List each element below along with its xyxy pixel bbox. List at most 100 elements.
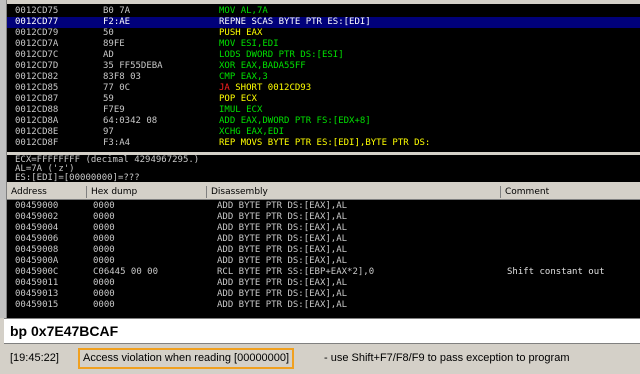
dump-hex: 0000 bbox=[93, 245, 115, 255]
status-time: [19:45:22] bbox=[10, 352, 59, 364]
debugger-window: 0012CD75 B0 7A MOV AL,7A 0012CD77 F2:AE REPNE… bbox=[0, 0, 640, 374]
dump-disassembly: ADD BYTE PTR DS:[EAX],AL bbox=[217, 234, 348, 244]
dump-address: 00459000 bbox=[15, 201, 59, 211]
disasm-instruction: IMUL ECX bbox=[219, 105, 262, 116]
disasm-instruction: POP ECX bbox=[219, 94, 257, 105]
dump-row[interactable]: 00459002 0000 ADD BYTE PTR DS:[EAX],AL bbox=[7, 212, 640, 223]
dump-row[interactable]: 0045900C C06445 00 00 RCL BYTE PTR SS:[EBP… bbox=[7, 267, 640, 278]
disasm-operands: EAX bbox=[246, 28, 263, 38]
dump-disassembly: ADD BYTE PTR DS:[EAX],AL bbox=[217, 300, 348, 310]
disasm-hex: 59 bbox=[103, 94, 114, 104]
disasm-instruction: MOV AL,7A bbox=[219, 6, 268, 17]
disasm-operands: BYTE PTR ES:[EDI],BYTE PTR DS: bbox=[267, 138, 431, 148]
dump-hex: 0000 bbox=[93, 201, 115, 211]
disasm-operands: ECX bbox=[246, 105, 263, 115]
disasm-row[interactable]: 0012CD8E 97 XCHG EAX,EDI bbox=[7, 127, 640, 138]
dump-address: 00459015 bbox=[15, 300, 59, 310]
dump-hex: C06445 00 00 bbox=[93, 267, 159, 277]
dump-comment: Shift constant out bbox=[507, 267, 605, 277]
dump-row[interactable]: 00459015 0000 ADD BYTE PTR DS:[EAX],AL bbox=[7, 300, 640, 311]
dump-row[interactable]: 00459008 0000 ADD BYTE PTR DS:[EAX],AL bbox=[7, 245, 640, 256]
disasm-row[interactable]: 0012CD75 B0 7A MOV AL,7A bbox=[7, 6, 640, 17]
disasm-row[interactable]: 0012CD8A 64:0342 08 ADD EAX,DWORD PTR FS:[… bbox=[7, 116, 640, 127]
disasm-hex: 77 0C bbox=[103, 83, 131, 93]
disasm-row[interactable]: 0012CD77 F2:AE REPNE SCAS BYTE PTR ES:[EDI… bbox=[7, 17, 640, 28]
disasm-operands: EAX,3 bbox=[240, 72, 268, 82]
dump-column-header: Address Hex dump Disassembly Comment bbox=[7, 185, 640, 200]
disasm-row[interactable]: 0012CD79 50 PUSH EAX bbox=[7, 28, 640, 39]
disasm-address: 0012CD77 bbox=[15, 17, 59, 27]
dump-row[interactable]: 00459000 0000 ADD BYTE PTR DS:[EAX],AL bbox=[7, 201, 640, 212]
disasm-hex: F7E9 bbox=[103, 105, 125, 115]
disasm-row[interactable]: 0012CD88 F7E9 IMUL ECX bbox=[7, 105, 640, 116]
dump-disassembly: ADD BYTE PTR DS:[EAX],AL bbox=[217, 289, 348, 299]
disasm-address: 0012CD88 bbox=[15, 105, 59, 115]
disasm-hex: 64:0342 08 bbox=[103, 116, 158, 126]
dump-disassembly: ADD BYTE PTR DS:[EAX],AL bbox=[217, 201, 348, 211]
disasm-hex: 83F8 03 bbox=[103, 72, 141, 82]
disasm-hex: 35 FF55DEBA bbox=[103, 61, 163, 71]
disasm-instruction: REPNE SCAS BYTE PTR ES:[EDI] bbox=[219, 17, 371, 28]
cpu-disassembly-pane[interactable]: 0012CD75 B0 7A MOV AL,7A 0012CD77 F2:AE REPNE… bbox=[7, 4, 640, 152]
disasm-instruction: ADD EAX,DWORD PTR FS:[EDX+8] bbox=[219, 116, 371, 127]
dump-row[interactable]: 00459013 0000 ADD BYTE PTR DS:[EAX],AL bbox=[7, 289, 640, 300]
status-hint: - use Shift+F7/F8/F9 to pass exception t… bbox=[324, 352, 570, 364]
col-comment[interactable]: Comment bbox=[501, 186, 640, 198]
disasm-instruction: PUSH EAX bbox=[219, 28, 262, 39]
disasm-row[interactable]: 0012CD7D 35 FF55DEBA XOR EAX,BADA55FF bbox=[7, 61, 640, 72]
disasm-row[interactable]: 0012CD7A 89FE MOV ESI,EDI bbox=[7, 39, 640, 50]
command-input[interactable]: bp 0x7E47BCAF bbox=[10, 321, 118, 341]
info-line: ES:[EDI]=[00000000]=??? bbox=[15, 173, 140, 182]
disasm-address: 0012CD7A bbox=[15, 39, 59, 49]
dump-row[interactable]: 00459006 0000 ADD BYTE PTR DS:[EAX],AL bbox=[7, 234, 640, 245]
disasm-mnemonic: XCHG bbox=[219, 127, 241, 137]
disasm-row[interactable]: 0012CD7C AD LODS DWORD PTR DS:[ESI] bbox=[7, 50, 640, 61]
disasm-mnemonic: POP bbox=[219, 94, 236, 104]
status-message: Access violation when reading [00000000] bbox=[78, 348, 295, 369]
dump-disassembly: RCL BYTE PTR SS:[EBP+EAX*2],0 bbox=[217, 267, 375, 277]
dump-hex: 0000 bbox=[93, 278, 115, 288]
dump-address: 00459006 bbox=[15, 234, 59, 244]
dump-hex: 0000 bbox=[93, 234, 115, 244]
disasm-row[interactable]: 0012CD87 59 POP ECX bbox=[7, 94, 640, 105]
memory-dump-pane[interactable]: 00459000 0000 ADD BYTE PTR DS:[EAX],AL 0045… bbox=[7, 200, 640, 318]
dump-address: 0045900A bbox=[15, 256, 59, 266]
dump-row[interactable]: 00459011 0000 ADD BYTE PTR DS:[EAX],AL bbox=[7, 278, 640, 289]
disasm-mnemonic: IMUL bbox=[219, 105, 241, 115]
disasm-operands: DWORD PTR DS:[ESI] bbox=[246, 50, 344, 60]
dump-hex: 0000 bbox=[93, 289, 115, 299]
disasm-operands: EAX,BADA55FF bbox=[240, 61, 306, 71]
dump-address: 00459008 bbox=[15, 245, 59, 255]
disasm-hex: 97 bbox=[103, 127, 114, 137]
dump-hex: 0000 bbox=[93, 300, 115, 310]
disasm-mnemonic: PUSH bbox=[219, 28, 241, 38]
disasm-instruction: REP MOVS BYTE PTR ES:[EDI],BYTE PTR DS: bbox=[219, 138, 430, 149]
disasm-address: 0012CD8A bbox=[15, 116, 59, 126]
disasm-mnemonic: CMP bbox=[219, 72, 236, 82]
disasm-hex: 89FE bbox=[103, 39, 125, 49]
dump-address: 00459011 bbox=[15, 278, 59, 288]
dump-row[interactable]: 00459004 0000 ADD BYTE PTR DS:[EAX],AL bbox=[7, 223, 640, 234]
disasm-hex: F2:AE bbox=[103, 17, 131, 27]
disasm-address: 0012CD82 bbox=[15, 72, 59, 82]
dump-hex: 0000 bbox=[93, 212, 115, 222]
command-bar[interactable]: bp 0x7E47BCAF bbox=[4, 318, 640, 344]
col-disassembly[interactable]: Disassembly bbox=[207, 186, 501, 198]
dump-disassembly: ADD BYTE PTR DS:[EAX],AL bbox=[217, 245, 348, 255]
disasm-row[interactable]: 0012CD85 77 0C JA SHORT 0012CD93 bbox=[7, 83, 640, 94]
disasm-operands: ECX bbox=[240, 94, 257, 104]
dump-row[interactable]: 0045900A 0000 ADD BYTE PTR DS:[EAX],AL bbox=[7, 256, 640, 267]
dump-disassembly: ADD BYTE PTR DS:[EAX],AL bbox=[217, 212, 348, 222]
disasm-instruction: MOV ESI,EDI bbox=[219, 39, 279, 50]
disasm-mnemonic: LODS bbox=[219, 50, 241, 60]
disasm-mnemonic: REP MOVS bbox=[219, 138, 263, 148]
col-address[interactable]: Address bbox=[7, 186, 87, 198]
disasm-row[interactable]: 0012CD82 83F8 03 CMP EAX,3 bbox=[7, 72, 640, 83]
disasm-row[interactable]: 0012CD8F F3:A4 REP MOVS BYTE PTR ES:[EDI],… bbox=[7, 138, 640, 149]
col-hex-dump[interactable]: Hex dump bbox=[87, 186, 207, 198]
dump-disassembly: ADD BYTE PTR DS:[EAX],AL bbox=[217, 223, 348, 233]
disasm-instruction: XCHG EAX,EDI bbox=[219, 127, 284, 138]
dump-address: 00459004 bbox=[15, 223, 59, 233]
disasm-address: 0012CD8E bbox=[15, 127, 59, 137]
disasm-address: 0012CD85 bbox=[15, 83, 59, 93]
